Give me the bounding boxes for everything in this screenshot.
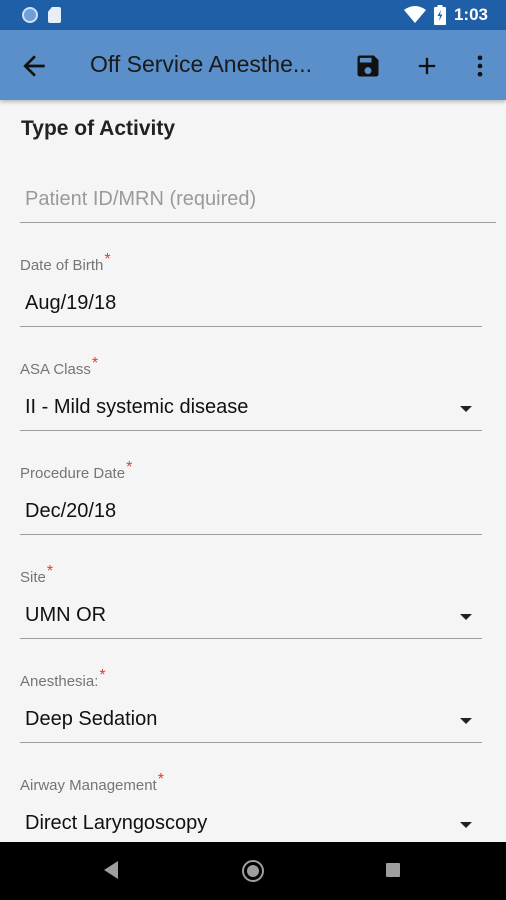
procedure-date-label: Procedure Date* <box>20 459 132 483</box>
dob-field[interactable]: Aug/19/18 <box>20 286 482 327</box>
nav-recent-apps-icon[interactable] <box>386 863 400 877</box>
dropdown-arrow-icon <box>460 822 472 828</box>
clock-time: 1:03 <box>453 5 488 24</box>
dob-label-text: Date of Birth <box>20 257 104 274</box>
section-title: Type of Activity <box>21 117 176 140</box>
status-bar: 1:03 <box>0 0 506 30</box>
dob-value: Aug/19/18 <box>25 292 117 314</box>
site-value: UMN OR <box>25 604 107 626</box>
site-dropdown[interactable]: UMN OR <box>20 598 482 639</box>
add-button[interactable] <box>409 48 445 84</box>
required-mark: * <box>91 355 99 372</box>
required-mark: * <box>126 459 133 476</box>
system-nav-bar <box>0 842 506 900</box>
anesthesia-label-text: Anesthesia: <box>20 673 99 690</box>
form-content: Type of Activity Patient ID/MRN (require… <box>0 100 506 842</box>
sd-card-icon <box>48 7 61 23</box>
required-mark: * <box>104 251 111 268</box>
airway-management-label: Airway Management* <box>20 771 164 795</box>
nav-home-icon[interactable] <box>242 860 264 882</box>
procedure-date-field[interactable]: Dec/20/18 <box>20 494 482 535</box>
site-label: Site* <box>20 563 53 587</box>
anesthesia-dropdown[interactable]: Deep Sedation <box>20 702 482 743</box>
more-vert-icon <box>477 55 483 77</box>
save-button[interactable] <box>350 48 386 84</box>
dropdown-arrow-icon <box>460 718 472 724</box>
circle-notification-icon <box>22 7 38 23</box>
battery-icon <box>433 5 446 25</box>
nav-back-icon[interactable] <box>104 861 118 879</box>
page-title: Off Service Anesthe... <box>90 51 313 77</box>
asa-class-dropdown[interactable]: II - Mild systemic disease <box>20 390 482 431</box>
add-icon <box>418 57 436 75</box>
anesthesia-label: Anesthesia:* <box>20 667 106 691</box>
required-mark: * <box>157 771 164 788</box>
required-mark: * <box>99 667 106 684</box>
asa-class-label-text: ASA Class <box>20 361 91 378</box>
wifi-icon <box>403 6 426 23</box>
procedure-date-value: Dec/20/18 <box>25 500 117 522</box>
anesthesia-value: Deep Sedation <box>25 708 158 730</box>
patient-id-placeholder: Patient ID/MRN (required) <box>25 188 257 210</box>
airway-management-dropdown[interactable]: Direct Laryngoscopy <box>20 806 482 842</box>
procedure-date-label-text: Procedure Date <box>20 465 126 482</box>
airway-management-value: Direct Laryngoscopy <box>25 812 208 834</box>
asa-class-label: ASA Class* <box>20 355 98 379</box>
dropdown-arrow-icon <box>460 614 472 620</box>
more-options-button[interactable] <box>462 48 498 84</box>
back-arrow-icon <box>23 55 45 77</box>
dropdown-arrow-icon <box>460 406 472 412</box>
back-button[interactable] <box>18 50 50 82</box>
app-bar: Off Service Anesthe... <box>0 30 506 100</box>
airway-management-label-text: Airway Management <box>20 777 157 794</box>
site-label-text: Site <box>20 569 46 586</box>
patient-id-input[interactable]: Patient ID/MRN (required) <box>20 182 496 223</box>
required-mark: * <box>46 563 54 580</box>
save-icon <box>357 55 379 77</box>
asa-class-value: II - Mild systemic disease <box>25 396 249 418</box>
dob-label: Date of Birth* <box>20 251 111 275</box>
